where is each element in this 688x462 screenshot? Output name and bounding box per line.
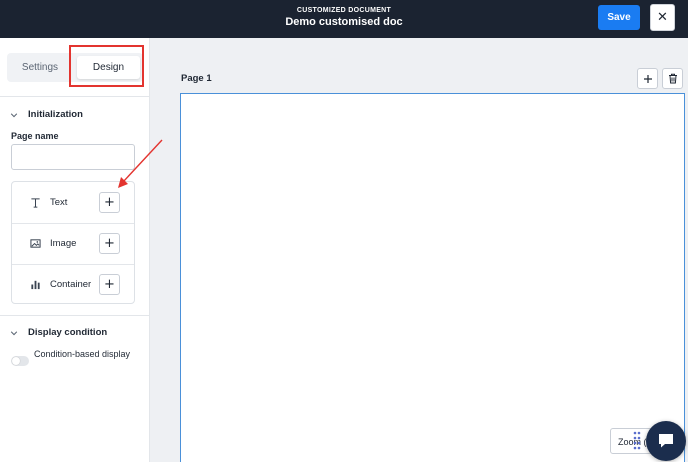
divider xyxy=(0,96,150,97)
chat-widget-button[interactable] xyxy=(646,421,686,461)
save-button[interactable]: Save xyxy=(598,5,640,30)
text-type-icon xyxy=(31,198,40,208)
chevron-down-icon xyxy=(10,112,18,117)
component-label: Text xyxy=(50,197,68,208)
component-label: Container xyxy=(50,279,92,290)
document-type-label: CUSTOMIZED DOCUMENT xyxy=(296,7,392,14)
close-button[interactable]: ✕ xyxy=(650,4,675,31)
page-title: Page 1 xyxy=(181,73,212,84)
section-display-condition-header[interactable]: Display condition xyxy=(10,327,107,338)
page-name-input[interactable] xyxy=(11,144,135,170)
trash-icon xyxy=(668,73,677,84)
sidebar-tabs: Settings Design xyxy=(7,53,143,82)
component-item-container: Container + xyxy=(12,264,134,305)
chevron-down-icon xyxy=(10,330,18,335)
section-title: Display condition xyxy=(28,327,108,338)
tab-design[interactable]: Design xyxy=(77,56,140,79)
add-page-button[interactable] xyxy=(637,68,658,89)
component-item-image: Image + xyxy=(12,223,134,264)
add-container-button[interactable]: + xyxy=(99,274,120,295)
drag-handle-icon[interactable] xyxy=(633,430,641,452)
chat-bubble-icon xyxy=(659,434,673,448)
tab-settings[interactable]: Settings xyxy=(7,53,73,82)
condition-toggle-label: Condition-based display xyxy=(34,349,131,359)
delete-page-button[interactable] xyxy=(662,68,683,89)
divider xyxy=(0,315,150,316)
component-list: Text + Image + Container + xyxy=(11,181,135,304)
component-label: Image xyxy=(50,238,77,249)
condition-toggle[interactable] xyxy=(11,356,29,366)
plus-icon xyxy=(643,74,652,83)
section-title: Initialization xyxy=(28,109,83,120)
plus-icon: + xyxy=(104,236,115,251)
document-title: Demo customised doc xyxy=(285,16,403,28)
close-icon: ✕ xyxy=(657,10,668,25)
top-bar: CUSTOMIZED DOCUMENT Demo customised doc … xyxy=(0,0,688,38)
component-item-text: Text + xyxy=(12,182,134,223)
image-icon xyxy=(30,239,41,248)
bar-chart-icon xyxy=(31,280,40,290)
page-canvas[interactable] xyxy=(180,93,685,462)
add-image-button[interactable]: + xyxy=(99,233,120,254)
plus-icon: + xyxy=(104,277,115,292)
add-text-button[interactable]: + xyxy=(99,192,120,213)
plus-icon: + xyxy=(104,195,115,210)
page-name-label: Page name xyxy=(11,131,59,141)
section-initialization-header[interactable]: Initialization xyxy=(10,109,83,120)
